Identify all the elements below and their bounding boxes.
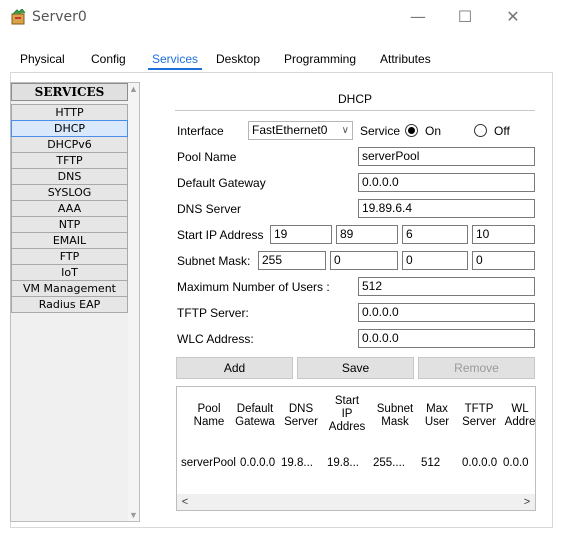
max-users-label: Maximum Number of Users : (177, 280, 330, 294)
wlc-address-field[interactable]: 0.0.0.0 (358, 329, 535, 348)
title-bar: Server0 — ☐ ✕ (0, 0, 563, 34)
tab-config[interactable]: Config (91, 50, 126, 70)
cell-pool-name: serverPool (181, 457, 236, 469)
add-button[interactable]: Add (176, 357, 293, 379)
start-ip-label: Start IP Address (177, 228, 264, 242)
service-item-http[interactable]: HTTP (11, 104, 128, 121)
cell-wlc-address: 0.0.0 (503, 457, 529, 469)
tftp-server-label: TFTP Server: (177, 306, 249, 320)
section-divider (175, 110, 535, 111)
cell-start-ip: 19.8... (327, 457, 359, 469)
maximize-button[interactable]: ☐ (445, 4, 485, 30)
service-item-aaa[interactable]: AAA (11, 200, 128, 217)
col-header-start-ip: Start IP Addres (328, 395, 366, 433)
service-label: Service (360, 124, 401, 138)
service-item-vm-management[interactable]: VM Management (11, 280, 128, 297)
start-ip-octet-4[interactable]: 10 (472, 225, 535, 244)
service-on-label: On (425, 124, 442, 138)
service-item-dhcp[interactable]: DHCP (11, 120, 128, 137)
subnet-octet-3[interactable]: 0 (402, 251, 468, 270)
col-header-dns-server: DNS Server (284, 403, 318, 428)
cell-max-user: 512 (421, 457, 441, 469)
close-button[interactable]: ✕ (493, 4, 533, 30)
services-scrollbar[interactable]: ▲ ▼ (128, 83, 139, 521)
interface-value: FastEthernet0 (252, 123, 328, 137)
service-item-email[interactable]: EMAIL (11, 232, 128, 249)
server-app-icon (11, 9, 26, 25)
service-item-tftp[interactable]: TFTP (11, 152, 128, 169)
gateway-field[interactable]: 0.0.0.0 (358, 173, 535, 192)
col-header-default-gateway: Default Gatewa (235, 403, 275, 428)
services-header: SERVICES (11, 83, 128, 101)
cell-subnet-mask: 255.... (373, 457, 405, 469)
tab-physical[interactable]: Physical (20, 50, 65, 70)
service-item-dhcpv6[interactable]: DHCPv6 (11, 136, 128, 153)
chevron-right-icon[interactable]: > (519, 494, 535, 510)
col-header-pool-name: Pool Name (193, 403, 225, 428)
dns-server-label: DNS Server (177, 202, 242, 216)
cell-dns-server: 19.8... (281, 457, 313, 469)
minimize-button[interactable]: — (398, 4, 438, 30)
subnet-octet-1[interactable]: 255 (258, 251, 326, 270)
subnet-mask-label: Subnet Mask: (177, 254, 251, 268)
col-header-tftp-server: TFTP Server (462, 403, 496, 428)
dns-server-field[interactable]: 19.89.6.4 (358, 199, 535, 218)
service-off-label: Off (494, 124, 510, 138)
services-items: HTTP DHCP DHCPv6 TFTP DNS SYSLOG AAA NTP… (11, 104, 128, 313)
start-ip-octet-3[interactable]: 6 (402, 225, 468, 244)
col-header-max-user: Max User (424, 403, 450, 428)
cell-default-gateway: 0.0.0.0 (240, 457, 276, 469)
cell-tftp-server: 0.0.0.0 (462, 457, 498, 469)
chevron-left-icon[interactable]: < (177, 494, 193, 510)
tab-bar: Physical Config Services Desktop Program… (10, 50, 550, 72)
pool-table[interactable]: Pool Name Default Gatewa DNS Server Start IP… (176, 386, 536, 511)
start-ip-octet-1[interactable]: 19 (270, 225, 332, 244)
subnet-octet-4[interactable]: 0 (472, 251, 535, 270)
pool-name-field[interactable]: serverPool (358, 147, 535, 166)
subnet-octet-2[interactable]: 0 (330, 251, 398, 270)
service-item-dns[interactable]: DNS (11, 168, 128, 185)
tftp-server-field[interactable]: 0.0.0.0 (358, 303, 535, 322)
max-users-field[interactable]: 512 (358, 277, 535, 296)
service-item-radius-eap[interactable]: Radius EAP (11, 296, 128, 313)
scroll-down-icon[interactable]: ▼ (128, 509, 139, 521)
service-item-ntp[interactable]: NTP (11, 216, 128, 233)
col-header-wlc-address: WL Addre (504, 403, 536, 428)
start-ip-octet-2[interactable]: 89 (336, 225, 398, 244)
wlc-address-label: WLC Address: (177, 332, 254, 346)
scroll-up-icon[interactable]: ▲ (128, 83, 139, 95)
service-item-iot[interactable]: IoT (11, 264, 128, 281)
tab-programming[interactable]: Programming (284, 50, 356, 70)
tab-services[interactable]: Services (148, 50, 203, 70)
remove-button[interactable]: Remove (418, 357, 535, 379)
gateway-label: Default Gateway (177, 176, 266, 190)
window-title: Server0 (32, 9, 87, 25)
service-item-syslog[interactable]: SYSLOG (11, 184, 128, 201)
tab-attributes[interactable]: Attributes (380, 50, 431, 70)
interface-select[interactable]: FastEthernet0 ∨ (248, 121, 353, 140)
service-off-radio[interactable] (474, 124, 487, 137)
tab-desktop[interactable]: Desktop (216, 50, 260, 70)
service-on-radio[interactable] (405, 124, 418, 137)
service-item-ftp[interactable]: FTP (11, 248, 128, 265)
col-header-subnet-mask: Subnet Mask (376, 403, 414, 428)
table-horizontal-scrollbar[interactable]: < > (177, 494, 535, 510)
save-button[interactable]: Save (297, 357, 414, 379)
pool-name-label: Pool Name (177, 150, 237, 164)
section-title: DHCP (337, 92, 372, 106)
chevron-down-icon: ∨ (341, 125, 349, 136)
interface-label: Interface (177, 124, 224, 138)
